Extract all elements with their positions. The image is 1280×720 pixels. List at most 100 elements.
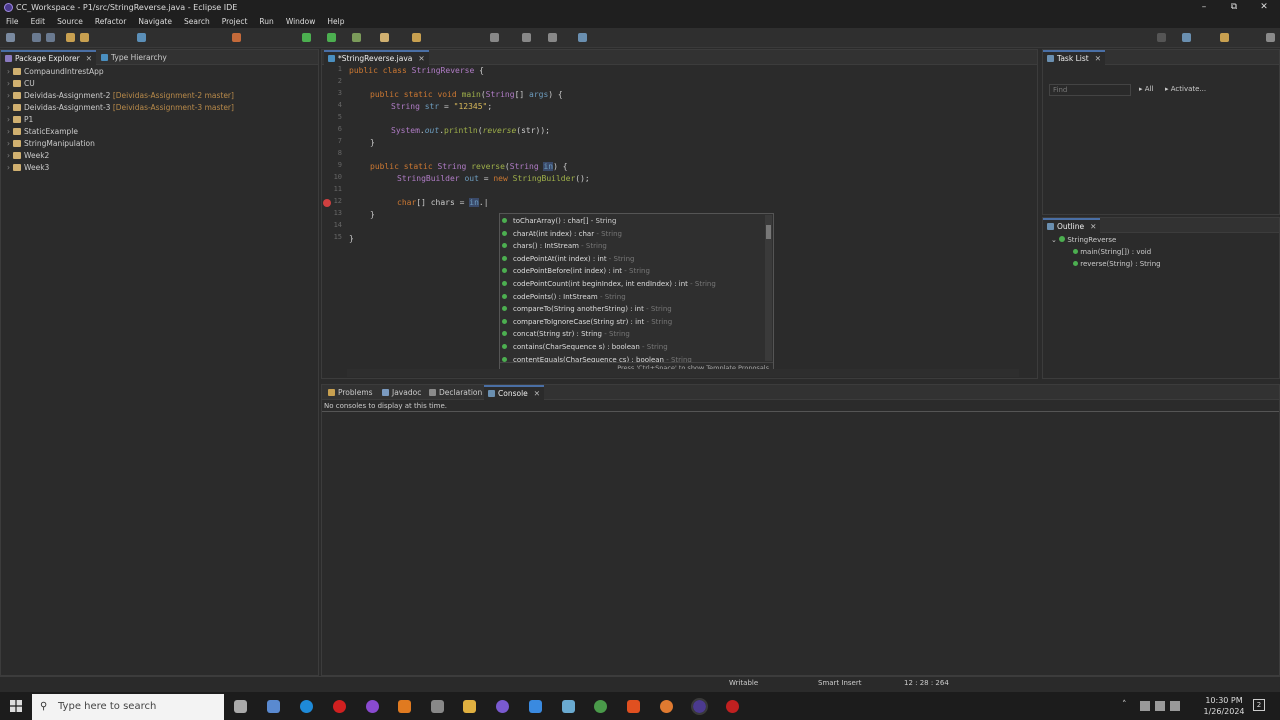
volume-icon[interactable] xyxy=(1155,701,1165,711)
menu-window[interactable]: Window xyxy=(280,15,322,28)
project-p1[interactable]: › P1 xyxy=(7,114,33,126)
chrome-icon[interactable] xyxy=(594,700,607,713)
close-icon[interactable]: ✕ xyxy=(418,54,424,63)
outline-class[interactable]: ⌄ StringReverse xyxy=(1051,234,1116,246)
expand-icon[interactable]: › xyxy=(7,67,10,76)
brave-icon[interactable] xyxy=(627,700,640,713)
close-window-button[interactable]: ✕ xyxy=(1249,0,1279,15)
completion-item[interactable]: concat(String str) : String - String xyxy=(502,328,630,341)
completion-item[interactable]: chars() : IntStream - String xyxy=(502,240,607,253)
code-line-10[interactable]: StringBuilder out = new StringBuilder(); xyxy=(397,173,590,185)
external-tools-icon[interactable] xyxy=(352,33,361,42)
close-icon[interactable]: ✕ xyxy=(86,54,92,63)
tab-javadoc[interactable]: Javadoc xyxy=(378,385,425,400)
debug-icon[interactable] xyxy=(327,33,336,42)
new-icon[interactable] xyxy=(6,33,15,42)
notepad-icon[interactable] xyxy=(562,700,575,713)
expand-icon[interactable]: › xyxy=(7,91,10,100)
project-week2[interactable]: › Week2 xyxy=(7,150,49,162)
completion-item[interactable]: codePoints() : IntStream - String xyxy=(502,291,626,304)
undo-icon[interactable] xyxy=(66,33,75,42)
task-find-input[interactable]: Find xyxy=(1049,84,1131,96)
java-perspective-icon[interactable] xyxy=(1220,33,1229,42)
expand-icon[interactable]: › xyxy=(7,115,10,124)
menu-source[interactable]: Source xyxy=(51,15,89,28)
menu-run[interactable]: Run xyxy=(253,15,279,28)
search-icon[interactable] xyxy=(1157,33,1166,42)
menu-edit[interactable]: Edit xyxy=(25,15,52,28)
viber-icon[interactable] xyxy=(496,700,509,713)
debug-perspective-icon[interactable] xyxy=(1266,33,1275,42)
expand-icon[interactable]: › xyxy=(7,103,10,112)
completion-item[interactable]: charAt(int index) : char - String xyxy=(502,228,622,241)
edge-icon[interactable] xyxy=(300,700,313,713)
tab-task-list[interactable]: Task List ✕ xyxy=(1043,50,1105,65)
editor-hscrollbar[interactable] xyxy=(347,369,1019,377)
save-icon[interactable] xyxy=(32,33,41,42)
windows-start-icon[interactable] xyxy=(10,700,22,712)
close-icon[interactable]: ✕ xyxy=(1095,54,1101,63)
menu-refactor[interactable]: Refactor xyxy=(89,15,132,28)
menu-search[interactable]: Search xyxy=(178,15,216,28)
open-perspective-icon[interactable] xyxy=(578,33,587,42)
task-activate-link[interactable]: ▸ Activate... xyxy=(1165,85,1206,93)
menu-navigate[interactable]: Navigate xyxy=(132,15,178,28)
network-icon[interactable] xyxy=(1140,701,1150,711)
project-compaundintrestapp[interactable]: › CompaundIntrestApp xyxy=(7,66,104,78)
open-type-icon[interactable] xyxy=(380,33,389,42)
task-filter-all[interactable]: ▸ All xyxy=(1139,85,1153,93)
menu-help[interactable]: Help xyxy=(321,15,350,28)
code-line-9[interactable]: public static String reverse(String in) … xyxy=(370,161,568,173)
completion-item[interactable]: compareTo(String anotherString) : int - … xyxy=(502,303,672,316)
code-line-1[interactable]: public class StringReverse { xyxy=(349,65,484,77)
tray-chevron-icon[interactable]: ˄ xyxy=(1122,700,1127,710)
recording-icon[interactable] xyxy=(726,700,739,713)
tab-console[interactable]: Console ✕ xyxy=(484,385,545,400)
expand-icon[interactable]: › xyxy=(7,79,10,88)
popup-scrollbar[interactable] xyxy=(765,215,772,361)
search-tool-icon[interactable] xyxy=(412,33,421,42)
notifications-icon[interactable]: 2 xyxy=(1253,699,1265,711)
code-line-13[interactable]: } xyxy=(370,209,375,221)
settings-icon[interactable] xyxy=(431,700,444,713)
completion-item[interactable]: contains(CharSequence s) : boolean - Str… xyxy=(502,341,668,354)
code-line-7[interactable]: } xyxy=(370,137,375,149)
expand-icon[interactable]: › xyxy=(7,139,10,148)
completion-item[interactable]: codePointCount(int beginIndex, int endIn… xyxy=(502,278,716,291)
forward-icon[interactable] xyxy=(522,33,531,42)
calculator-icon[interactable] xyxy=(267,700,280,713)
opera-icon[interactable] xyxy=(333,700,346,713)
perspective-icon[interactable] xyxy=(1182,33,1191,42)
project-cu[interactable]: › CU xyxy=(7,78,35,90)
app-store-icon[interactable] xyxy=(529,700,542,713)
run-icon[interactable] xyxy=(302,33,311,42)
project-deividas-assignment-2[interactable]: › Deividas-Assignment-2 [Deividas-Assignm… xyxy=(7,90,234,102)
completion-item[interactable]: toCharArray() : char[] - String xyxy=(502,215,616,228)
completion-item[interactable]: compareToIgnoreCase(String str) : int - … xyxy=(502,316,672,329)
code-line-4[interactable]: String str = "12345"; xyxy=(391,101,492,113)
completion-item[interactable]: codePointBefore(int index) : int - Strin… xyxy=(502,265,650,278)
code-line-12[interactable]: char[] chars = in.| xyxy=(397,197,489,209)
eclipse-taskbar-icon[interactable] xyxy=(691,698,708,715)
project-staticexample[interactable]: › StaticExample xyxy=(7,126,78,138)
expand-icon[interactable]: › xyxy=(7,151,10,160)
firefox-icon[interactable] xyxy=(660,700,673,713)
project-deividas-assignment-3[interactable]: › Deividas-Assignment-3 [Deividas-Assignm… xyxy=(7,102,234,114)
file-explorer-icon[interactable] xyxy=(463,700,476,713)
tab-type-hierarchy[interactable]: Type Hierarchy xyxy=(97,50,171,65)
clock[interactable]: 10:30 PM 1/26/2024 xyxy=(1198,695,1250,717)
vlc-icon[interactable] xyxy=(398,700,411,713)
back-icon[interactable] xyxy=(490,33,499,42)
project-stringmanipulation[interactable]: › StringManipulation xyxy=(7,138,95,150)
restore-button[interactable]: ⧉ xyxy=(1219,0,1249,15)
build-icon[interactable] xyxy=(232,33,241,42)
next-edit-icon[interactable] xyxy=(548,33,557,42)
tab-declaration[interactable]: Declaration xyxy=(425,385,486,400)
tab-problems[interactable]: Problems xyxy=(324,385,377,400)
project-week3[interactable]: › Week3 xyxy=(7,162,49,174)
battery-icon[interactable] xyxy=(1170,701,1180,711)
tab-package-explorer[interactable]: Package Explorer ✕ xyxy=(1,50,96,65)
menu-file[interactable]: File xyxy=(0,15,25,28)
save-all-icon[interactable] xyxy=(46,33,55,42)
code-line-15[interactable]: } xyxy=(349,233,354,245)
